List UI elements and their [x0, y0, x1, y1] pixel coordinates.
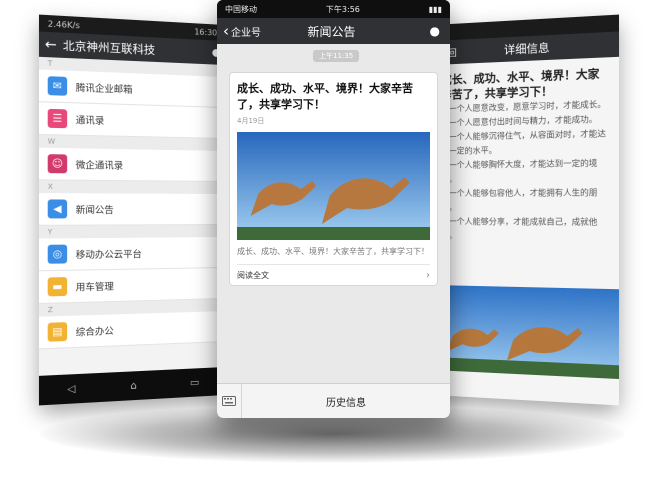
- list-item-contacts[interactable]: ☰ 通讯录: [38, 102, 225, 139]
- battery-icon: ▮▮▮: [428, 4, 442, 14]
- kangaroo-image: [237, 132, 430, 240]
- article-paragraph: 当一个人能够包容他人，才能拥有人生的朋友。: [440, 187, 598, 212]
- keyboard-icon[interactable]: [217, 384, 242, 418]
- list-item-office[interactable]: ▤ 综合办公: [38, 311, 225, 350]
- list-item-label: 用车管理: [75, 281, 114, 294]
- car-icon: ▬: [47, 277, 68, 297]
- kangaroo-image: [433, 285, 620, 380]
- nav-home-icon[interactable]: ⌂: [130, 380, 137, 392]
- card-summary: 成长、成功、水平、境界！大家辛苦了，共享学习下！: [237, 247, 429, 256]
- card-title: 成长、成功、水平、境界！大家辛苦了，共享学习下！: [237, 82, 413, 111]
- read-more-label: 阅读全文: [237, 270, 269, 280]
- status-bar: 中国移动 下午3:56 ▮▮▮: [217, 0, 450, 18]
- contacts-icon: ☰: [47, 108, 68, 129]
- chart-icon: ▤: [47, 322, 68, 342]
- list-item-label: 移动办公云平台: [75, 249, 142, 261]
- article-body: 成长、成功、水平、境界！大家辛苦了，共享学习下！ 当一个人愿意改变，愿意学习时，…: [433, 56, 620, 406]
- list-item-vehicle[interactable]: ▬ 用车管理: [38, 268, 225, 305]
- nav-recent-icon[interactable]: ▭: [190, 377, 199, 389]
- list-item-label: 微企通讯录: [75, 160, 124, 172]
- list-item-label: 新闻公告: [75, 205, 114, 216]
- article-paragraph: 当一个人能够分享，才能成就自己，成就他人。: [440, 217, 598, 240]
- header-title: 北京神州互联科技: [62, 38, 156, 57]
- section-header: X: [38, 180, 225, 194]
- nav-back-icon[interactable]: ◁: [67, 383, 75, 395]
- history-button[interactable]: 历史信息: [242, 394, 450, 409]
- person-icon[interactable]: ●: [370, 24, 450, 38]
- center-phone: 中国移动 下午3:56 ▮▮▮ ‹ 企业号 新闻公告 ● 上午11:35 成长、…: [217, 0, 450, 418]
- status-time: 16:30: [194, 26, 218, 38]
- list-item-directory[interactable]: ☺ 微企通讯录: [38, 147, 225, 182]
- mail-icon: ✉: [47, 76, 68, 96]
- list-item-label: 腾讯企业邮箱: [75, 82, 133, 96]
- megaphone-icon: ◀: [47, 199, 68, 219]
- list-item-news[interactable]: ◀ 新闻公告: [38, 193, 225, 226]
- globe-icon: ◎: [47, 244, 68, 264]
- chat-body: 上午11:35 成长、成功、水平、境界！大家辛苦了，共享学习下！ 4月19日 成…: [217, 44, 450, 384]
- read-more-row[interactable]: 阅读全文 ›: [237, 264, 430, 285]
- chevron-right-icon: ›: [426, 269, 430, 281]
- carrier-label: 中国移动: [225, 4, 257, 14]
- people-icon: ☺: [47, 154, 68, 174]
- right-phone: 返回 详细信息 成长、成功、水平、境界！大家辛苦了，共享学习下！ 当一个人愿意改…: [433, 14, 620, 406]
- app-header: ‹ 企业号 新闻公告 ●: [217, 18, 450, 44]
- header-title: 新闻公告: [307, 24, 356, 39]
- chevron-left-icon: ‹: [223, 21, 229, 40]
- status-time: 下午3:56: [325, 4, 360, 14]
- list-item-mobile-office[interactable]: ◎ 移动办公云平台: [38, 237, 225, 272]
- status-speed: 2.46K/s: [47, 18, 80, 30]
- list-item-label: 通讯录: [75, 115, 105, 127]
- list-item-label: 综合办公: [75, 326, 114, 339]
- left-phone: 2.46K/s 16:30 ← 北京神州互联科技 ● T ✉ 腾讯企业邮箱 ☰ …: [38, 14, 225, 406]
- app-list: T ✉ 腾讯企业邮箱 ☰ 通讯录 W ☺ 微企通讯录 X ◀ 新闻公告 Y ◎ …: [38, 56, 225, 376]
- article-paragraph: 当一个人能够沉得住气，从容面对时，才能达到一定的水平。: [440, 128, 606, 156]
- article-paragraph: 当一个人能够胸怀大度，才能达到一定的境界。: [440, 158, 598, 184]
- news-card[interactable]: 成长、成功、水平、境界！大家辛苦了，共享学习下！ 4月19日 成长、成功、水平、…: [229, 72, 438, 286]
- back-arrow-icon[interactable]: ←: [39, 36, 63, 53]
- card-date: 4月19日: [237, 117, 265, 125]
- back-label: 企业号: [231, 27, 261, 39]
- bottom-bar: 历史信息: [217, 383, 450, 418]
- header-title: 详细信息: [503, 41, 550, 57]
- timestamp-chip: 上午11:35: [313, 50, 360, 62]
- back-button[interactable]: ‹ 企业号: [217, 21, 293, 40]
